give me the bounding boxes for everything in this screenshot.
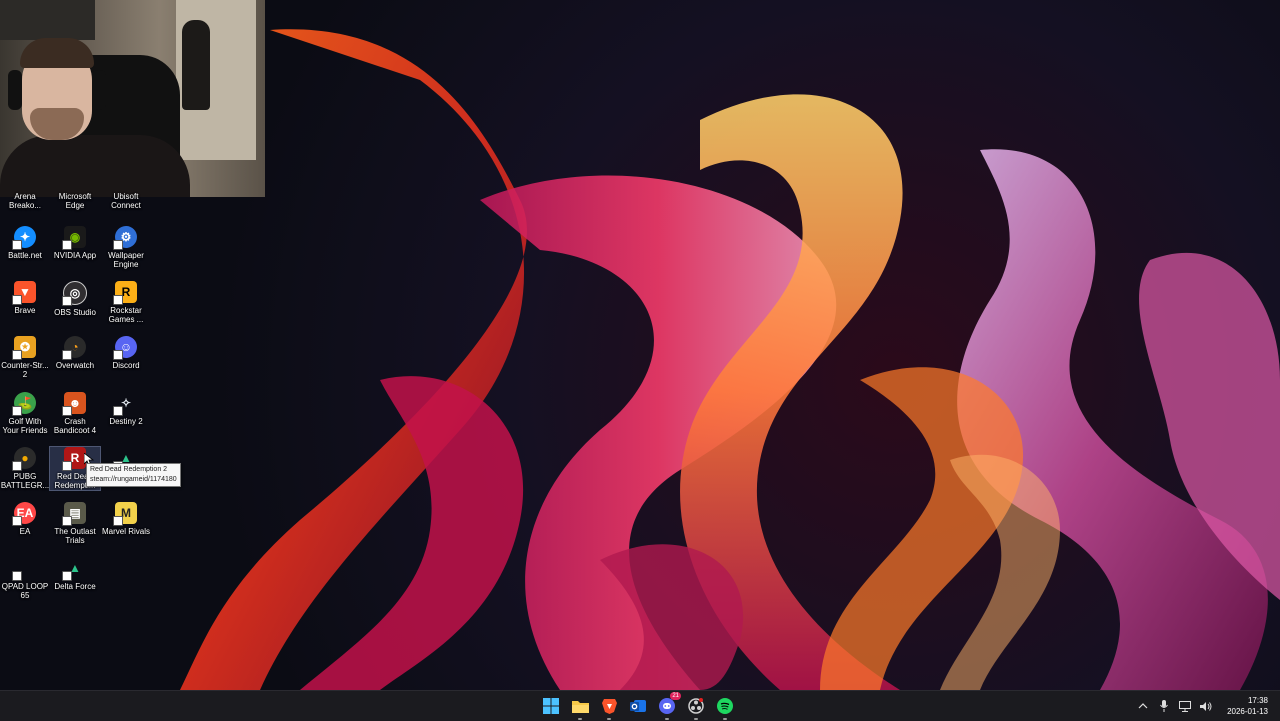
desktop-icon-obs-studio[interactable]: ◎ OBS Studio [50,281,100,317]
taskbar-apps: 21 [540,692,736,720]
tooltip-title: Red Dead Redemption 2 [90,466,168,473]
brave-icon [601,699,617,714]
nvidia-icon: ◉ [62,226,86,250]
volume-icon[interactable] [1200,700,1212,712]
system-tray: 17:38 2026-01-13 [1137,691,1268,721]
desktop-icon-brave[interactable]: ▼ Brave [0,281,50,315]
desktop-icon-tooltip: Red Dead Redemption 2 steam://rungameid/… [86,463,181,487]
desktop-icon-label: Crash Bandicoot 4 [53,417,97,435]
desktop-icon-label: Discord [112,361,140,370]
outlast-icon: ▤ [62,502,86,526]
desktop-icon-label: Ubisoft Connect [111,192,141,210]
taskbar-outlook[interactable] [627,695,649,717]
delta-force-icon: ▲ [62,557,86,581]
taskbar-file-explorer[interactable] [569,695,591,720]
desktop-icon-label: NVIDIA App [53,251,97,260]
clock-date: 2026-01-13 [1227,707,1268,716]
desktop-icon-label: Marvel Rivals [101,527,150,536]
microphone-icon[interactable] [1158,700,1170,712]
headset-right [92,70,106,110]
desktop-icon-counter-strike-2[interactable]: ✪ Counter-Str... 2 [0,336,50,379]
desktop-icon-overwatch[interactable]: ◔ Overwatch [50,336,100,370]
taskbar-obs[interactable] [685,695,707,720]
desktop-icon-marvel-rivals[interactable]: M Marvel Rivals [101,502,151,536]
desktop-icon-pubg[interactable]: ● PUBG BATTLEGR... [0,447,50,490]
desktop-icon-microsoft-edge[interactable]: Microsoft Edge [50,192,100,210]
red-dead-icon: R [62,447,86,471]
desktop-icon-rockstar-games[interactable]: R Rockstar Games ... [101,281,151,324]
taskbar-discord[interactable]: 21 [656,692,681,720]
person-hair [20,38,94,68]
taskbar-clock[interactable]: 17:38 2026-01-13 [1227,695,1268,717]
desktop-icon-label: PUBG BATTLEGR... [0,472,50,490]
coat [182,20,210,110]
desktop-icon-label: Counter-Str... 2 [1,361,49,379]
wallpaper-engine-icon: ⚙ [113,226,137,250]
windows-start-icon [543,698,559,714]
desktop-icon-battlenet[interactable]: ✦ Battle.net [0,226,50,260]
desktop-icon-label: The Outlast Trials [54,527,96,545]
clock-time: 17:38 [1247,696,1268,705]
counter-strike-icon: ✪ [12,336,36,360]
rockstar-icon: R [113,281,137,305]
desktop-icon-ea[interactable]: EA EA [0,502,50,536]
taskbar-spotify[interactable] [714,695,736,720]
desktop-icon-label: Microsoft Edge [58,192,92,210]
desktop-icon-delta-force[interactable]: ▲ Delta Force [50,557,100,592]
desktop-icon-label: EA [19,527,31,536]
overwatch-icon: ◔ [62,336,86,360]
outlook-icon [630,700,646,712]
desktop-icon-label: Battle.net [8,251,42,260]
discord-notification-badge: 21 [670,692,681,700]
destiny-icon: ✧ [113,392,137,416]
desktop-icon-discord[interactable]: ☺ Discord [101,336,151,370]
ea-icon: EA [12,502,36,526]
desktop-icon-label: Rockstar Games ... [108,306,144,324]
battlenet-icon: ✦ [12,226,36,250]
show-hidden-icons-chevron-up-icon[interactable] [1137,700,1149,712]
desktop-icon-wallpaper-engine[interactable]: ⚙ Wallpaper Engine [101,226,151,269]
desktop-icon-destiny-2[interactable]: ✧ Destiny 2 [101,392,151,427]
golf-icon: ⛳ [12,392,36,416]
start-button[interactable] [540,695,562,717]
desktop-icon-label: Destiny 2 [109,417,143,426]
tooltip-target: steam://rungameid/1174180 [90,476,177,483]
discord-icon [659,698,675,714]
desktop-icon-label: Arena Breako... [8,192,41,210]
desktop-icon-nvidia-app[interactable]: ◉ NVIDIA App [50,226,100,260]
taskbar-brave[interactable] [598,695,620,720]
desktop-icon-label: Brave [14,306,36,315]
webcam-overlay [0,0,265,197]
taskbar: 21 17:38 2026-01-13 [0,690,1280,721]
obs-icon: ◎ [62,281,87,306]
pubg-icon: ● [12,447,36,471]
crash-icon: ☻ [62,392,86,416]
desktop-icon-label: QPAD LOOP 65 [1,582,49,600]
desktop-icon-qpad-loop-65[interactable]: QPAD LOOP 65 [0,557,50,600]
brave-icon: ▼ [12,281,36,305]
shelf [0,0,95,40]
desktop-icon-crash-bandicoot-4[interactable]: ☻ Crash Bandicoot 4 [50,392,100,435]
person-hoodie [0,135,190,197]
obs-icon [688,698,704,714]
desktop-icon-label: Golf With Your Friends [2,417,48,435]
marvel-rivals-icon: M [113,502,137,526]
folder-icon [571,701,589,713]
network-display-icon[interactable] [1179,700,1192,712]
desktop-icon-the-outlast-trials[interactable]: ▤ The Outlast Trials [50,502,100,545]
headset-left [8,70,22,110]
desktop-icon-label: Overwatch [55,361,95,370]
desktop-icon-label: Wallpaper Engine [108,251,144,269]
discord-icon: ☺ [113,336,137,360]
spotify-icon [717,698,733,714]
desktop-icon-arena-breakout[interactable]: Arena Breako... [0,192,50,210]
desktop-icon-label: OBS Studio [54,308,96,317]
desktop-icon-ubisoft-connect[interactable]: Ubisoft Connect [101,192,151,210]
qpad-icon [12,557,36,581]
desktop-icon-label: Delta Force [54,582,96,591]
desktop-icon-golf-with-your-friends[interactable]: ⛳ Golf With Your Friends [0,392,50,435]
